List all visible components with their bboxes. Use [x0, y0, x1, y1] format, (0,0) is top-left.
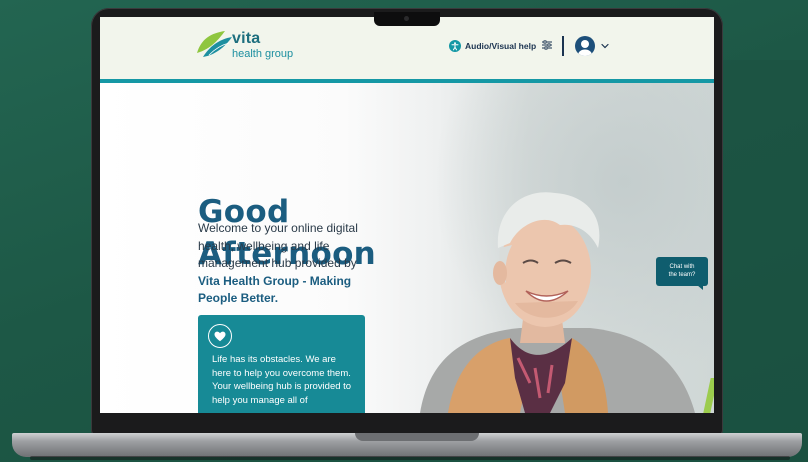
accessibility-icon — [449, 40, 461, 52]
intro-paragraph: Welcome to your online digital health, w… — [198, 220, 363, 308]
logo-secondary-text: health group — [232, 48, 294, 60]
header-divider — [562, 36, 564, 56]
chat-bubble-tail — [697, 285, 703, 290]
laptop-base-shadow — [30, 456, 790, 460]
leaf-logo-icon — [197, 31, 232, 57]
intro-text: Welcome to your online digital health, w… — [198, 221, 358, 270]
chat-with-team-button[interactable]: Chat with the team? — [656, 257, 708, 286]
card-text: Life has its obstacles. We are here to h… — [212, 354, 352, 406]
chat-label-line-2: the team? — [668, 272, 696, 278]
laptop-screen: vita health group Audio/Visual help Good… — [100, 17, 714, 413]
laptop-notch — [374, 12, 440, 26]
logo-primary-text: vita — [232, 30, 261, 47]
laptop-base — [12, 433, 802, 457]
user-avatar-icon[interactable] — [575, 36, 595, 56]
site-header: vita health group Audio/Visual help — [100, 17, 714, 79]
heart-icon — [208, 324, 232, 348]
audio-visual-help-label: Audio/Visual help — [465, 41, 537, 51]
vita-logo[interactable]: vita health group — [195, 27, 295, 67]
hero-section: Good Afternoon — [100, 83, 714, 413]
sliders-icon[interactable] — [541, 39, 553, 51]
camera-icon — [404, 16, 409, 21]
laptop-base-groove — [355, 433, 479, 441]
wellbeing-card[interactable]: Life has its obstacles. We are here to h… — [198, 315, 365, 413]
chat-label-line-1: Chat with — [669, 264, 695, 270]
intro-bold-text: Vita Health Group - Making People Better… — [198, 273, 352, 306]
audio-visual-help-button[interactable]: Audio/Visual help — [449, 38, 536, 54]
chevron-down-icon[interactable] — [601, 42, 609, 50]
